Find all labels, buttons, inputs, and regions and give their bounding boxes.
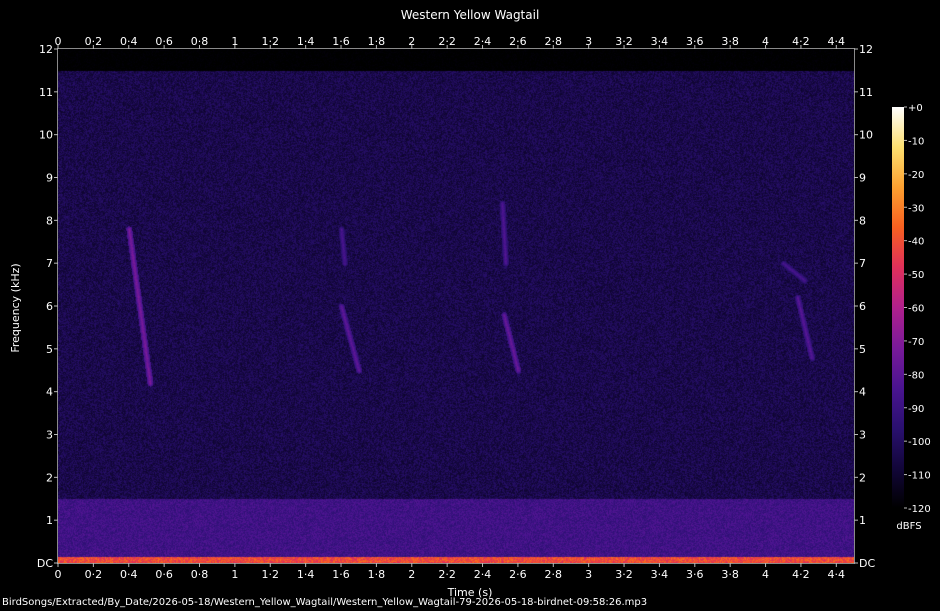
x-tick-label-top: 0·4 — [120, 35, 138, 48]
x-tick-label-top: 3 — [585, 35, 592, 48]
x-tick-label-top: 3·4 — [651, 35, 669, 48]
y-tick-label-left: 4 — [46, 386, 53, 399]
y-tick-label-left: 9 — [46, 172, 53, 185]
colorbar-tick-label: -60 — [908, 304, 924, 315]
y-tick-label-right: 1 — [859, 514, 866, 527]
spectrogram-figure: Western Yellow Wagtail 0 0·2 0·4 0·6 0·8 1 1·2… — [0, 0, 940, 611]
y-tick-label-right: 12 — [859, 43, 873, 56]
y-axis-label: Frequency (kHz) — [9, 263, 22, 352]
y-tick-label-right: 4 — [859, 386, 866, 399]
x-tick-label-bottom: 2·2 — [438, 568, 456, 581]
x-tick-label-bottom: 1 — [231, 568, 238, 581]
y-tick-label-left: 8 — [46, 214, 53, 227]
colorbar-tick-label: +0 — [908, 103, 923, 114]
y-tick-label-right: 5 — [859, 343, 866, 356]
x-tick-label-top: 3·6 — [686, 35, 704, 48]
x-tick-label-bottom: 1·8 — [368, 568, 386, 581]
colorbar-label: dBFS — [896, 521, 921, 532]
x-tick-label-bottom: 4 — [762, 568, 769, 581]
x-tick-label-bottom: 0·4 — [120, 568, 138, 581]
y-tick-label-left: 5 — [46, 343, 53, 356]
x-tick-label-bottom: 2 — [408, 568, 415, 581]
x-tick-label-bottom: 3·6 — [686, 568, 704, 581]
y-tick-label-right: 6 — [859, 300, 866, 313]
colorbar-tick-label: -50 — [908, 270, 924, 281]
x-tick-label-bottom: 4·2 — [792, 568, 810, 581]
x-tick-label-bottom: 1·4 — [297, 568, 315, 581]
x-tick-label-bottom: 3·4 — [651, 568, 669, 581]
y-tick-label-left: 7 — [46, 257, 53, 270]
y-axis-right: DC123456789101112 — [854, 43, 875, 570]
x-tick-label-bottom: 0·2 — [85, 568, 103, 581]
y-tick-label-left: 3 — [46, 429, 53, 442]
x-tick-label-top: 2·6 — [509, 35, 527, 48]
x-tick-label-top: 0·6 — [155, 35, 173, 48]
y-tick-label-left: 12 — [39, 43, 53, 56]
x-tick-label-bottom: 4·4 — [828, 568, 846, 581]
colorbar-tick-label: -10 — [908, 136, 924, 147]
y-tick-label-left: 6 — [46, 300, 53, 313]
x-tick-label-top: 4 — [762, 35, 769, 48]
x-axis-bottom: 0 0·2 0·4 0·6 0·8 1 1·2 1·4 1·6 1·8 2 2·2 2·4 2·6 2·8 3… — [55, 563, 846, 581]
spectrogram-svg: Western Yellow Wagtail 0 0·2 0·4 0·6 0·8 1 1·2… — [9, 8, 931, 599]
x-tick-label-top: 1·8 — [368, 35, 386, 48]
chart-title: Western Yellow Wagtail — [401, 8, 540, 22]
colorbar-tick-label: -90 — [908, 404, 924, 415]
y-tick-label-right: 10 — [859, 129, 873, 142]
x-tick-label-top: 2·2 — [438, 35, 456, 48]
x-tick-label-bottom: 0·8 — [191, 568, 209, 581]
colorbar-tick-label: -20 — [908, 170, 924, 181]
x-tick-label-top: 2·8 — [545, 35, 563, 48]
x-tick-label-bottom: 2·4 — [474, 568, 492, 581]
colorbar-tick-label: -40 — [908, 237, 924, 248]
x-tick-label-top: 1·6 — [332, 35, 350, 48]
colorbar-tick-label: -70 — [908, 337, 924, 348]
y-tick-label-left: 2 — [46, 471, 53, 484]
colorbar-tick-label: -100 — [908, 437, 931, 448]
y-tick-label-right: 9 — [859, 172, 866, 185]
x-tick-label-top: 3·2 — [615, 35, 633, 48]
spectrogram-heatmap — [58, 49, 854, 563]
y-tick-label-right: 2 — [859, 471, 866, 484]
colorbar-gradient — [892, 107, 904, 508]
x-tick-label-bottom: 1·6 — [332, 568, 350, 581]
x-tick-label-top: 0·2 — [85, 35, 103, 48]
x-tick-label-top: 2·4 — [474, 35, 492, 48]
x-tick-label-top: 2 — [408, 35, 415, 48]
plot-area — [57, 48, 855, 564]
x-tick-label-bottom: 1·2 — [262, 568, 280, 581]
y-tick-label-right: DC — [859, 557, 875, 570]
x-tick-label-bottom: 2·6 — [509, 568, 527, 581]
x-tick-label-top: 4·2 — [792, 35, 810, 48]
x-axis-top: 0 0·2 0·4 0·6 0·8 1 1·2 1·4 1·6 1·8 2 2·2 2·4 2·6 2·8 3… — [55, 35, 846, 49]
x-tick-label-top: 1 — [231, 35, 238, 48]
colorbar-tick-label: -30 — [908, 203, 924, 214]
colorbar: +0 -10 -20 -30 -40 -50 -60 -70 -80 -90 -100 -110 -12… — [892, 103, 931, 515]
file-path: BirdSongs/Extracted/By_Date/2026-05-18/W… — [2, 597, 648, 608]
x-tick-label-bottom: 3·2 — [615, 568, 633, 581]
x-tick-label-bottom: 0 — [55, 568, 62, 581]
y-tick-label-right: 7 — [859, 257, 866, 270]
x-tick-label-top: 1·4 — [297, 35, 315, 48]
x-tick-label-top: 1·2 — [262, 35, 280, 48]
y-tick-label-left: 1 — [46, 514, 53, 527]
y-tick-label-left: 10 — [39, 129, 53, 142]
y-tick-label-left: 11 — [39, 86, 53, 99]
y-tick-label-right: 8 — [859, 214, 866, 227]
x-tick-label-bottom: 0·6 — [155, 568, 173, 581]
colorbar-tick-label: -120 — [908, 504, 931, 515]
x-tick-label-bottom: 2·8 — [545, 568, 563, 581]
x-tick-label-bottom: 3 — [585, 568, 592, 581]
x-tick-label-top: 0 — [55, 35, 62, 48]
y-axis-left: DC123456789101112 — [37, 43, 58, 570]
x-tick-label-top: 3·8 — [721, 35, 739, 48]
x-tick-label-bottom: 3·8 — [721, 568, 739, 581]
y-tick-label-right: 3 — [859, 429, 866, 442]
x-tick-label-top: 4·4 — [828, 35, 846, 48]
y-tick-label-right: 11 — [859, 86, 873, 99]
colorbar-tick-label: -110 — [908, 471, 931, 482]
x-tick-label-top: 0·8 — [191, 35, 209, 48]
colorbar-tick-label: -80 — [908, 370, 924, 381]
y-tick-label-left: DC — [37, 557, 53, 570]
